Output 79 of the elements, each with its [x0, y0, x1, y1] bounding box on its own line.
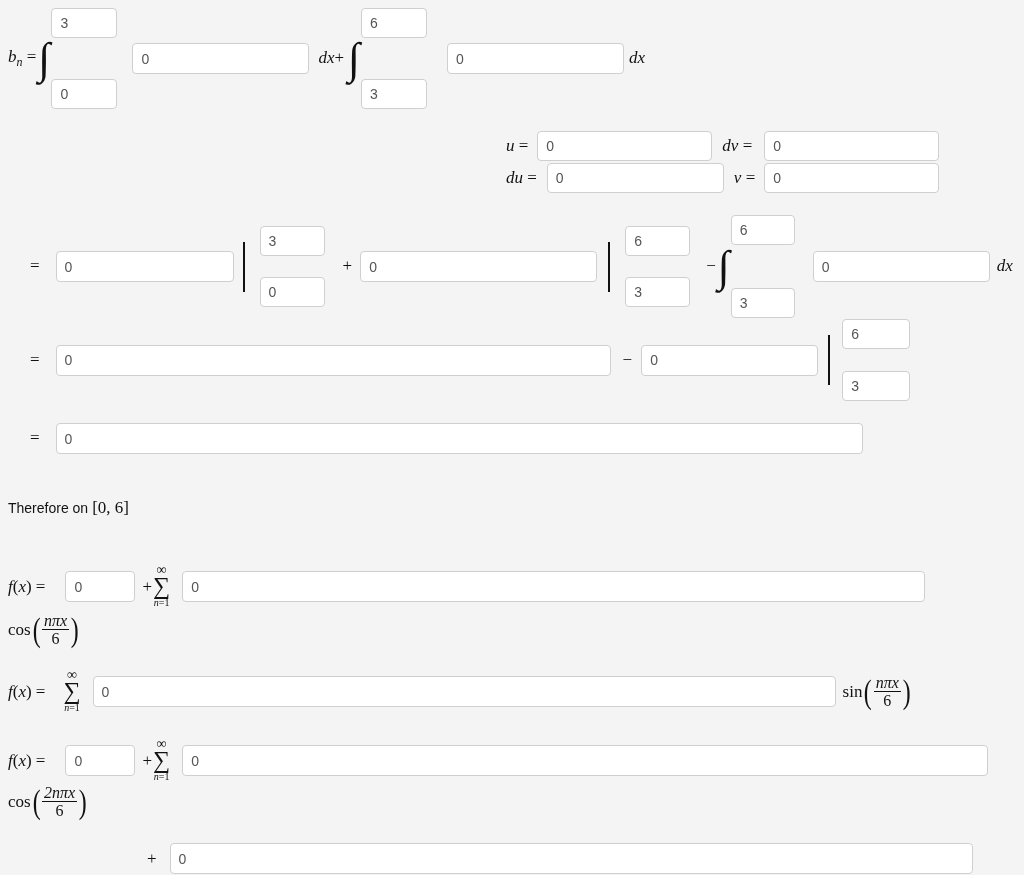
answer-field[interactable]: 0 — [764, 163, 940, 193]
math-expression: [0, 6] — [92, 498, 129, 519]
integral-sign: ∫ — [37, 32, 52, 87]
fraction-numerator: 2nπx — [42, 784, 78, 803]
answer-field[interactable]: 0 — [55, 344, 611, 376]
vertical-bar-icon — [242, 241, 245, 292]
math-expression: + — [142, 750, 153, 772]
answer-field[interactable]: 0 — [764, 131, 940, 161]
integral-sign: ∫ — [347, 29, 362, 88]
math-expression: f(x) = — [8, 750, 46, 772]
answer-field[interactable]: 0 — [641, 344, 819, 376]
summation-sign: ∑ — [63, 681, 81, 702]
lower-limit-field[interactable]: 0 — [259, 277, 325, 307]
answer-field[interactable]: 0 — [55, 423, 863, 454]
upper-bound-text: ∞ — [156, 738, 167, 751]
fraction-numerator: nπx — [42, 612, 70, 631]
answer-field[interactable]: 0 — [65, 571, 136, 603]
right-parenthesis: ) — [70, 611, 79, 650]
function-name: sin — [842, 681, 863, 703]
math-expression: = — [30, 428, 40, 449]
upper-limit-field[interactable]: 6 — [842, 319, 911, 349]
right-parenthesis: ) — [78, 783, 87, 822]
answer-field[interactable]: 0 — [169, 843, 973, 875]
math-expression: dx+ — [318, 48, 345, 69]
math-expression: dx — [629, 48, 646, 69]
math-expression: dx — [996, 256, 1013, 277]
right-parenthesis: ) — [902, 672, 911, 711]
fraction-denominator: 6 — [55, 802, 64, 821]
upper-limit-field[interactable]: 3 — [51, 8, 118, 38]
math-expression: + — [342, 256, 353, 277]
answer-field[interactable]: 0 — [812, 251, 990, 282]
vertical-bar-icon — [608, 241, 611, 292]
answer-field[interactable]: 0 — [55, 251, 234, 282]
fraction-denominator: 6 — [51, 630, 60, 649]
integral-sign: ∫ — [716, 240, 731, 295]
answer-field[interactable]: 0 — [182, 571, 926, 603]
answer-field[interactable]: 0 — [182, 745, 989, 777]
left-parenthesis: ( — [864, 672, 873, 711]
math-expression: + — [147, 848, 157, 870]
answer-field[interactable]: 0 — [360, 251, 598, 282]
lower-limit-field[interactable]: 0 — [51, 79, 118, 109]
math-expression: u = — [506, 135, 529, 157]
function-name: cos — [8, 792, 31, 813]
summation-sign: ∑ — [153, 576, 171, 597]
math-expression: + — [142, 576, 153, 598]
function-name: cos — [8, 620, 31, 641]
math-expression: dv = — [722, 135, 753, 157]
math-expression: f(x) = — [8, 576, 46, 598]
math-expression: v = — [733, 167, 756, 189]
upper-limit-field[interactable]: 6 — [625, 226, 691, 256]
answer-field[interactable]: 0 — [132, 43, 310, 74]
answer-field[interactable]: 0 — [65, 745, 136, 777]
answer-field[interactable]: 0 — [537, 131, 713, 161]
fraction-denominator: 6 — [883, 691, 892, 710]
upper-limit-field[interactable]: 6 — [730, 215, 795, 245]
math-expression: f(x) = — [8, 681, 46, 703]
lower-limit-field[interactable]: 3 — [730, 288, 795, 318]
upper-limit-field[interactable]: 3 — [259, 226, 325, 256]
lower-limit-field[interactable]: 3 — [842, 371, 911, 401]
lower-limit-field[interactable]: 3 — [625, 277, 691, 307]
math-expression: b$_{n}$ = — [8, 47, 37, 70]
lower-limit-field[interactable]: 3 — [361, 79, 428, 109]
vertical-bar-icon — [828, 335, 831, 385]
answer-field[interactable]: 0 — [92, 676, 836, 708]
intro-text: Therefore on — [8, 499, 89, 518]
math-expression: = — [30, 256, 40, 277]
answer-field[interactable]: 0 — [447, 43, 625, 74]
left-parenthesis: ( — [32, 611, 41, 650]
math-expression: − — [622, 349, 633, 371]
math-expression: = — [30, 349, 40, 371]
upper-bound-text: ∞ — [67, 669, 77, 682]
upper-limit-field[interactable]: 6 — [361, 8, 428, 38]
math-expression: − — [706, 256, 716, 276]
upper-bound-text: ∞ — [156, 564, 167, 577]
summation-sign: ∑ — [153, 750, 171, 771]
left-parenthesis: ( — [32, 783, 41, 822]
answer-field[interactable]: 0 — [546, 163, 724, 193]
math-expression: du = — [506, 167, 537, 189]
fraction-numerator: nπx — [873, 673, 901, 692]
